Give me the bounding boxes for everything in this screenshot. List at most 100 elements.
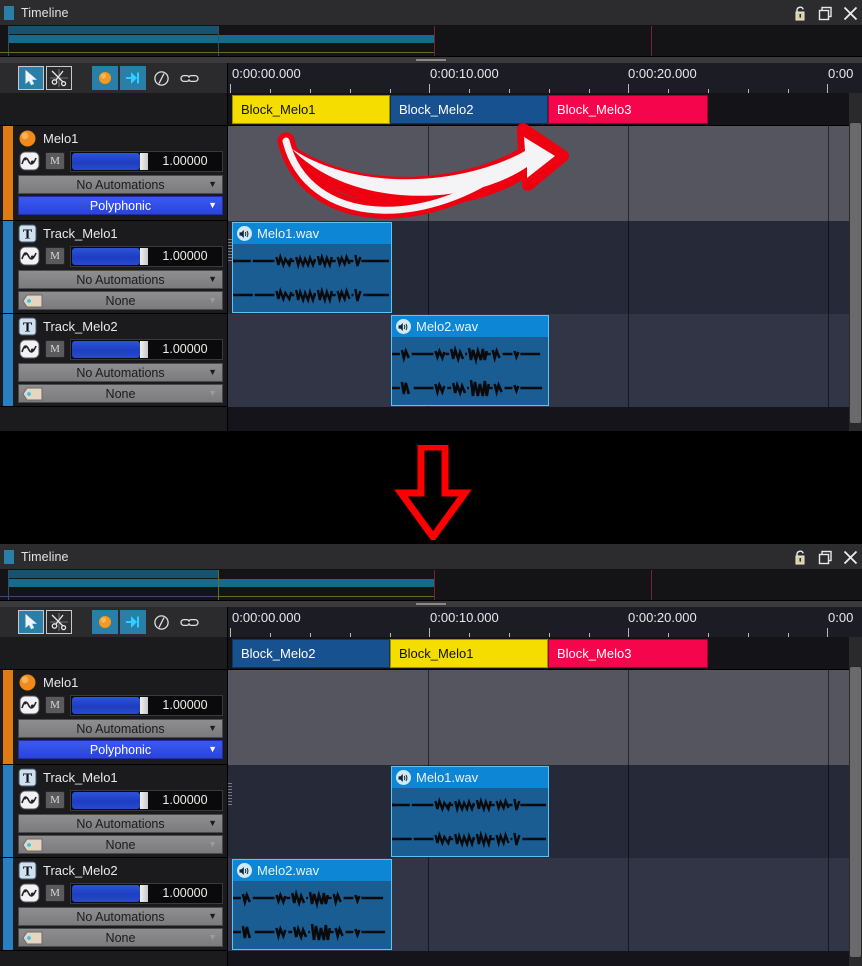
mute-button[interactable]: M — [45, 696, 65, 714]
lane-resize-grip[interactable] — [228, 783, 232, 807]
overview-minimap-before[interactable] — [0, 26, 862, 57]
arrange-area-after[interactable]: Block_Melo2 Block_Melo1 Block_Melo3 Melo… — [228, 637, 862, 966]
audio-clip[interactable]: Melo1.wav — [391, 766, 549, 857]
metronome-toggle[interactable] — [148, 66, 174, 90]
lane-track-melo1[interactable]: Melo1.wav — [228, 765, 862, 858]
clip-label: Melo1.wav — [257, 226, 320, 241]
waveform — [392, 788, 548, 856]
instrument-ball-icon — [18, 129, 37, 148]
volume-slider[interactable]: 1.00000 — [70, 338, 223, 360]
lane-track-melo2[interactable]: Melo2.wav — [228, 858, 862, 951]
mute-button[interactable]: M — [45, 247, 65, 265]
volume-slider[interactable]: 1.00000 — [70, 882, 223, 904]
track-row-melo1[interactable]: Melo1 M 1.00000 No Automations ▼ Polypho… — [0, 126, 227, 221]
clip-header: Melo2.wav — [233, 860, 391, 881]
automation-curve-icon[interactable] — [18, 695, 40, 716]
block-lane-after[interactable]: Block_Melo2 Block_Melo1 Block_Melo3 — [228, 637, 862, 670]
automation-select[interactable]: No Automations ▼ — [18, 719, 223, 738]
text-track-icon: T — [18, 861, 37, 880]
track-name: Track_Melo2 — [43, 862, 118, 878]
screenshot-root: Timeline 0:00:00.000 0:00:10.000 0:00:20… — [0, 0, 862, 966]
window-title: Timeline — [21, 5, 69, 20]
automation-select[interactable]: No Automations ▼ — [18, 907, 223, 926]
block-clip[interactable]: Block_Melo3 — [548, 639, 708, 668]
audio-clip[interactable]: Melo1.wav — [232, 222, 392, 313]
overview-minimap-after[interactable] — [0, 570, 862, 601]
link-toggle[interactable] — [176, 66, 202, 90]
automation-curve-icon[interactable] — [18, 790, 40, 811]
mute-button[interactable]: M — [45, 791, 65, 809]
automation-select[interactable]: No Automations ▼ — [18, 175, 223, 194]
link-toggle[interactable] — [176, 610, 202, 634]
tag-select[interactable]: None ▼ — [18, 928, 223, 947]
record-toggle[interactable] — [92, 610, 118, 634]
metronome-toggle[interactable] — [148, 610, 174, 634]
audio-clip[interactable]: Melo2.wav — [232, 859, 392, 950]
time-ruler-before[interactable]: 0:00:00.000 0:00:10.000 0:00:20.000 0:00 — [228, 63, 862, 93]
mute-button[interactable]: M — [45, 152, 65, 170]
block-label: Block_Melo2 — [241, 646, 316, 661]
audio-clip[interactable]: Melo2.wav — [391, 315, 549, 406]
automation-select[interactable]: No Automations ▼ — [18, 270, 223, 289]
time-ruler-after[interactable]: 0:00:00.000 0:00:10.000 0:00:20.000 0:00 — [228, 607, 862, 637]
mute-button[interactable]: M — [45, 340, 65, 358]
automation-curve-icon[interactable] — [18, 151, 40, 172]
automation-curve-icon[interactable] — [18, 339, 40, 360]
automation-select[interactable]: No Automations ▼ — [18, 363, 223, 382]
mode-select[interactable]: Polyphonic ▼ — [18, 196, 223, 215]
record-toggle[interactable] — [92, 66, 118, 90]
lane-melo1[interactable] — [228, 670, 862, 765]
text-track-icon: T — [18, 317, 37, 336]
arrange-area-before[interactable]: Block_Melo1 Block_Melo2 Block_Melo3 Melo… — [228, 93, 862, 431]
mode-select[interactable]: Polyphonic ▼ — [18, 740, 223, 759]
automation-curve-icon[interactable] — [18, 883, 40, 904]
close-icon[interactable] — [842, 549, 858, 565]
before-after-arrow — [394, 445, 472, 540]
lane-melo1[interactable] — [228, 126, 862, 221]
volume-slider[interactable]: 1.00000 — [70, 789, 223, 811]
track-row-track-melo1[interactable]: T Track_Melo1 M 1.00000 No Automations ▼… — [0, 221, 227, 314]
block-clip[interactable]: Block_Melo3 — [548, 95, 708, 124]
automation-select[interactable]: No Automations ▼ — [18, 814, 223, 833]
restore-icon[interactable] — [817, 5, 833, 21]
lane-resize-grip[interactable] — [228, 239, 232, 263]
track-row-track-melo2[interactable]: T Track_Melo2 M 1.00000 No Automations ▼… — [0, 858, 227, 951]
tag-select[interactable]: None ▼ — [18, 384, 223, 403]
timeline-window-after: Timeline 0:00:00.000 0:00:10.000 0:00:20… — [0, 544, 862, 966]
cut-tool[interactable] — [46, 66, 72, 90]
lock-icon[interactable] — [792, 5, 808, 21]
volume-slider[interactable]: 1.00000 — [70, 245, 223, 267]
mute-button[interactable]: M — [45, 884, 65, 902]
cut-tool[interactable] — [46, 610, 72, 634]
speaker-icon — [237, 863, 252, 878]
tag-select[interactable]: None ▼ — [18, 291, 223, 310]
snap-toggle[interactable] — [120, 610, 146, 634]
vertical-scrollbar-before[interactable] — [849, 93, 862, 431]
automation-curve-icon[interactable] — [18, 246, 40, 267]
track-list-spacer — [0, 637, 227, 670]
block-lane-before[interactable]: Block_Melo1 Block_Melo2 Block_Melo3 — [228, 93, 862, 126]
block-clip[interactable]: Block_Melo2 — [232, 639, 390, 668]
tag-select[interactable]: None ▼ — [18, 835, 223, 854]
lock-icon[interactable] — [792, 549, 808, 565]
lane-track-melo2[interactable]: Melo2.wav — [228, 314, 862, 407]
close-icon[interactable] — [842, 5, 858, 21]
volume-slider[interactable]: 1.00000 — [70, 150, 223, 172]
block-clip[interactable]: Block_Melo1 — [232, 95, 390, 124]
block-clip[interactable]: Block_Melo1 — [390, 639, 548, 668]
restore-icon[interactable] — [817, 549, 833, 565]
volume-slider[interactable]: 1.00000 — [70, 694, 223, 716]
track-row-track-melo2[interactable]: T Track_Melo2 M 1.00000 No Automations ▼… — [0, 314, 227, 407]
track-list-before: Melo1 M 1.00000 No Automations ▼ Polypho… — [0, 93, 228, 431]
pointer-tool[interactable] — [18, 66, 44, 90]
ruler-label: 0:00:20.000 — [628, 610, 697, 625]
track-row-track-melo1[interactable]: T Track_Melo1 M 1.00000 No Automations ▼… — [0, 765, 227, 858]
lane-track-melo1[interactable]: Melo1.wav — [228, 221, 862, 314]
snap-toggle[interactable] — [120, 66, 146, 90]
pointer-tool[interactable] — [18, 610, 44, 634]
mode-label: Polyphonic — [89, 742, 152, 757]
vertical-scrollbar-after[interactable] — [849, 637, 862, 966]
block-clip[interactable]: Block_Melo2 — [390, 95, 548, 124]
chevron-down-icon: ▼ — [208, 911, 217, 921]
track-row-melo1[interactable]: Melo1 M 1.00000 No Automations ▼ Polypho… — [0, 670, 227, 765]
